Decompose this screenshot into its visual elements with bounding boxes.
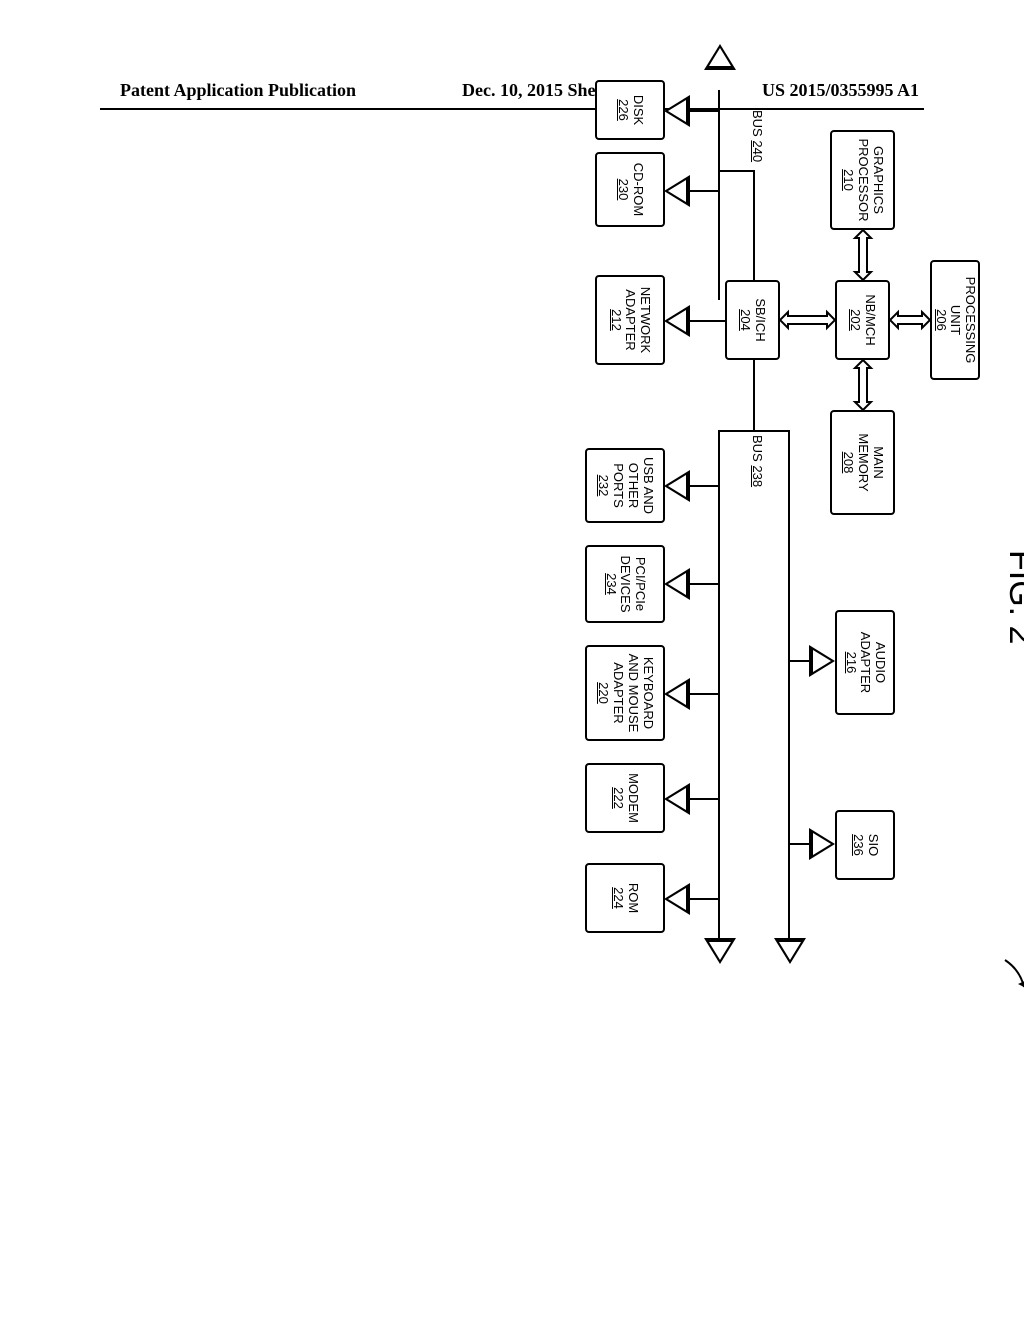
header-rule <box>100 108 924 110</box>
bus238-to-rom-line <box>690 898 720 900</box>
bus240-to-disk-line <box>690 110 720 112</box>
bus240-bottom2 <box>718 170 720 300</box>
bus238-arrow-audio <box>809 645 835 677</box>
bus238-top <box>788 430 790 938</box>
ref-num: 226 <box>615 99 630 121</box>
bus238-arrow-pci <box>664 568 690 600</box>
sbich-to-net-line <box>685 320 725 322</box>
label: MAIN MEMORY <box>855 416 885 509</box>
bus238-label: BUS 238 <box>750 435 765 487</box>
label: BUS <box>750 435 765 462</box>
page-header: Patent Application Publication Dec. 10, … <box>0 80 1024 101</box>
sbich-arrow-net <box>664 305 690 337</box>
bus238-arrow-rom <box>664 883 690 915</box>
box-graphics: GRAPHICS PROCESSOR 210 <box>830 130 895 230</box>
header-left: Patent Application Publication <box>120 80 356 101</box>
ref-num: 220 <box>595 682 610 704</box>
box-pci: PCI/PCIe DEVICES 234 <box>585 545 665 623</box>
label: KEYBOARD AND MOUSE ADAPTER <box>610 654 655 733</box>
bus238-to-kbm-line <box>690 693 720 695</box>
ref-num: 212 <box>608 309 623 331</box>
bus238-riser <box>720 430 790 432</box>
box-audio: AUDIO ADAPTER 216 <box>835 610 895 715</box>
label: ROM <box>625 883 640 913</box>
bus238-arrow-usb <box>664 470 690 502</box>
bus238-to-usb-line <box>690 485 720 487</box>
bus238-bottom <box>718 430 720 938</box>
box-usb: USB AND OTHER PORTS 232 <box>585 448 665 523</box>
box-network: NETWORK ADAPTER 212 <box>595 275 665 365</box>
bus240-label: BUS 240 <box>750 110 765 162</box>
bus238-arrow-sio <box>809 828 835 860</box>
ref-num: 232 <box>595 475 610 497</box>
box-cdrom: CD-ROM 230 <box>595 152 665 227</box>
box-sbich: SB/ICH 204 <box>725 280 780 360</box>
bus240-arrow-disk <box>664 95 690 127</box>
ref-num: 206 <box>933 309 948 331</box>
ref-num: 204 <box>738 309 753 331</box>
ref-num: 238 <box>750 465 765 487</box>
ref-num: 222 <box>610 787 625 809</box>
label: PCI/PCIe DEVICES <box>618 555 648 612</box>
ref-num: 236 <box>850 834 865 856</box>
box-disk: DISK 226 <box>595 80 665 140</box>
figure-2-diagram: FIG. 2 200 PROCESSING UNIT 206 NB/MCH 20… <box>0 300 1020 1080</box>
label: DISK <box>630 95 645 125</box>
label: NETWORK ADAPTER <box>623 287 653 353</box>
box-rom: ROM 224 <box>585 863 665 933</box>
figure-title: FIG. 2 <box>1001 550 1024 644</box>
box-main-memory: MAIN MEMORY 208 <box>830 410 895 515</box>
bus240-to-cdrom-line <box>690 190 720 192</box>
box-nbmch: NB/MCH 202 <box>835 280 890 360</box>
arrow-nbmch-memory <box>851 360 875 410</box>
arrow-pu-nbmch <box>890 308 930 332</box>
ref-num: 208 <box>840 452 855 474</box>
arrow-graphics-nbmch <box>851 230 875 280</box>
bus238-stem <box>753 360 755 430</box>
bus238-arrow-modem <box>664 783 690 815</box>
ref-num: 224 <box>610 887 625 909</box>
bus238-arrow-right-top <box>774 938 806 964</box>
label: USB AND OTHER PORTS <box>610 457 655 514</box>
label: NB/MCH <box>863 294 878 345</box>
ref-num: 230 <box>615 179 630 201</box>
ref-num: 216 <box>843 652 858 674</box>
box-kbmouse: KEYBOARD AND MOUSE ADAPTER 220 <box>585 645 665 741</box>
label: CD-ROM <box>630 163 645 216</box>
label: SIO <box>865 834 880 856</box>
label: PROCESSING UNIT <box>948 266 978 374</box>
bus240-riser <box>720 170 755 172</box>
box-modem: MODEM 222 <box>585 763 665 833</box>
ref-num: 202 <box>848 309 863 331</box>
ref-num: 240 <box>750 140 765 162</box>
ref-num: 234 <box>603 573 618 595</box>
label: GRAPHICS PROCESSOR <box>855 138 885 221</box>
box-processing-unit: PROCESSING UNIT 206 <box>930 260 980 380</box>
label: SB/ICH <box>753 298 768 341</box>
ref-arrow-icon <box>1000 955 1024 995</box>
bus240-bottom <box>718 90 720 172</box>
bus238-arrow-kbm <box>664 678 690 710</box>
bus238-to-pci-line <box>690 583 720 585</box>
label: AUDIO ADAPTER <box>858 616 888 709</box>
header-right: US 2015/0355995 A1 <box>762 80 919 101</box>
bus238-arrow-right-bottom <box>704 938 736 964</box>
arrow-nbmch-sbich <box>780 308 835 332</box>
label: BUS <box>750 110 765 137</box>
bus240-stem <box>753 170 755 280</box>
ref-num: 210 <box>840 169 855 191</box>
patent-page: Patent Application Publication Dec. 10, … <box>0 0 1024 1320</box>
box-sio: SIO 236 <box>835 810 895 880</box>
bus240-arrow-cdrom <box>664 175 690 207</box>
label: MODEM <box>625 773 640 823</box>
bus238-to-modem-line <box>690 798 720 800</box>
